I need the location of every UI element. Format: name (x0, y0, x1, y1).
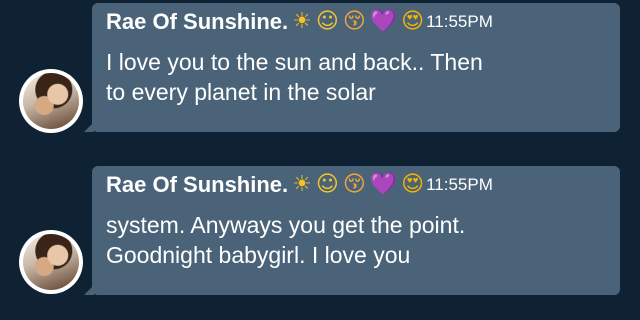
message-timestamp: 11:55PM (426, 175, 493, 194)
chat-screen: { "messages": [ { "sender": "Rae Of Suns… (0, 0, 640, 320)
message-row[interactable]: Rae Of Sunshine. ☀ ☺ 😚 💜 😍 11:55PM I lov… (0, 0, 640, 160)
heart-eyes-emoji-icon: 😍 (401, 9, 425, 34)
sun-emoji-icon: ☀ (292, 9, 312, 34)
heart-eyes-emoji-icon: 😍 (401, 172, 425, 197)
kissing-face-emoji-icon: 😚 (342, 172, 366, 197)
sun-emoji-icon: ☀ (292, 172, 312, 197)
message-timestamp: 11:55PM (426, 12, 493, 31)
message-header: Rae Of Sunshine. ☀ ☺ 😚 💜 😍 11:55PM (106, 9, 493, 35)
purple-heart-emoji-icon: 💜 (369, 9, 398, 34)
purple-heart-emoji-icon: 💜 (369, 172, 398, 197)
smiling-face-emoji-icon: ☺ (315, 9, 339, 34)
kissing-face-emoji-icon: 😚 (342, 9, 366, 34)
avatar-photo (23, 234, 79, 290)
avatar[interactable] (19, 230, 83, 294)
message-text: I love you to the sun and back.. Then to… (106, 49, 483, 105)
message-row[interactable]: Rae Of Sunshine. ☀ ☺ 😚 💜 😍 11:55PM syste… (0, 160, 640, 320)
smiling-face-emoji-icon: ☺ (315, 172, 339, 197)
message-bubble[interactable]: Rae Of Sunshine. ☀ ☺ 😚 💜 😍 11:55PM syste… (92, 166, 620, 295)
message-bubble[interactable]: Rae Of Sunshine. ☀ ☺ 😚 💜 😍 11:55PM I lov… (92, 3, 620, 132)
avatar[interactable] (19, 69, 83, 133)
avatar-photo (23, 73, 79, 129)
sender-name[interactable]: Rae Of Sunshine. (106, 9, 288, 35)
message-header: Rae Of Sunshine. ☀ ☺ 😚 💜 😍 11:55PM (106, 172, 493, 198)
message-text: system. Anyways you get the point. Goodn… (106, 212, 466, 268)
sender-name[interactable]: Rae Of Sunshine. (106, 172, 288, 198)
